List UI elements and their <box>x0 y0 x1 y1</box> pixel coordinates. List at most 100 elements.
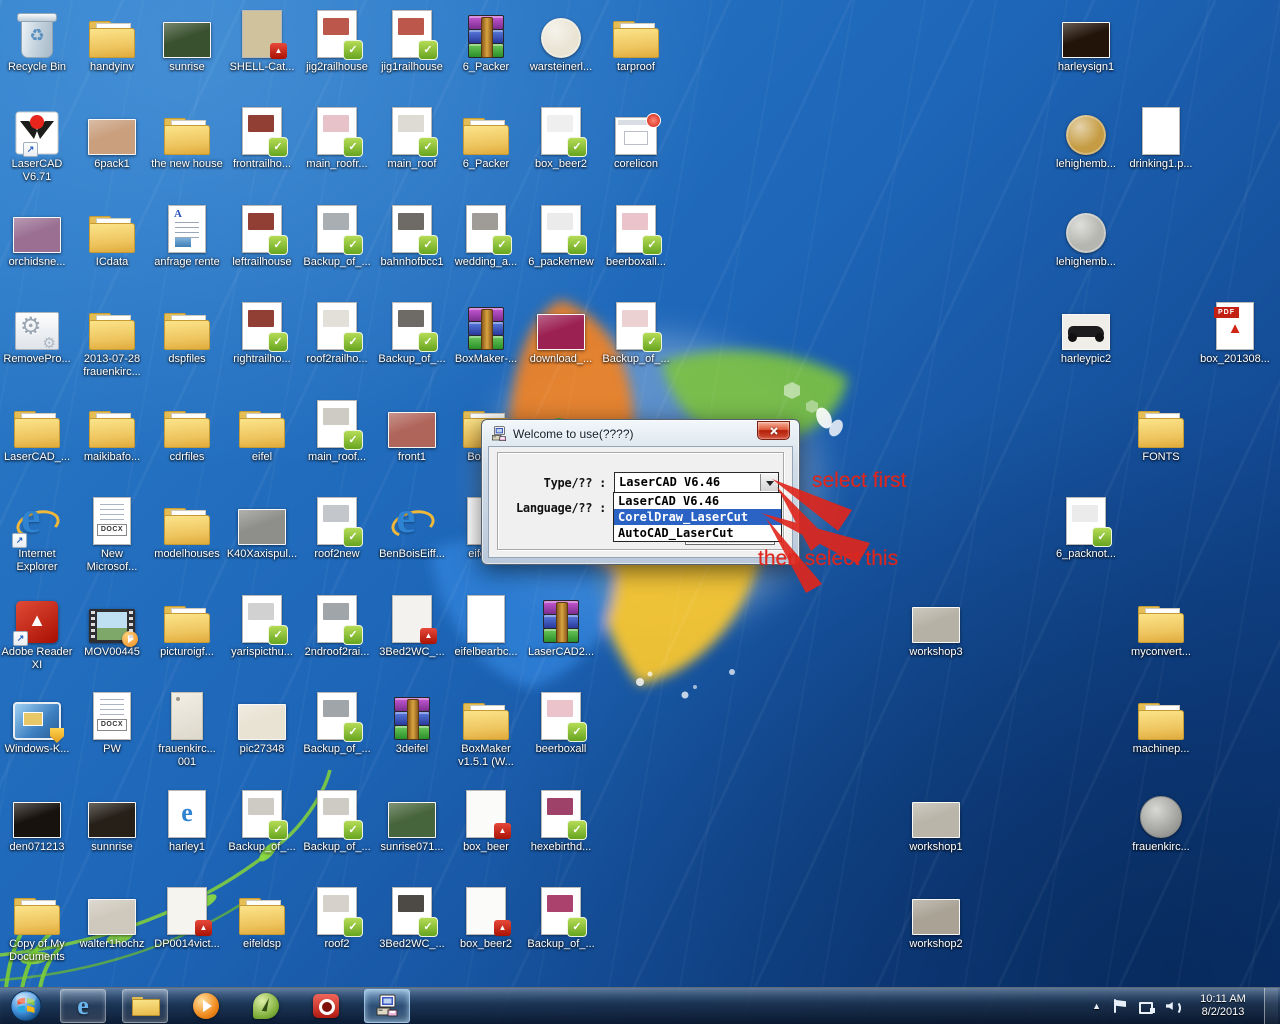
desktop-icon-warsteinerl[interactable]: warsteinerl... <box>525 8 597 74</box>
desktop-icon-pw[interactable]: DOCXPW <box>76 690 148 756</box>
desktop-icon-den071213[interactable]: den071213 <box>1 788 73 854</box>
desktop-icon-corelicon[interactable]: corelicon <box>600 105 672 171</box>
desktop-icon-bahnhofbcc1[interactable]: ✓bahnhofbcc1 <box>376 203 448 269</box>
desktop-icon-handyinv[interactable]: handyinv <box>76 8 148 74</box>
desktop-icon-3bed2wc[interactable]: ▲3Bed2WC_... <box>376 593 448 659</box>
show-hidden-icons-button[interactable]: ▲ <box>1092 1001 1101 1011</box>
desktop-icon-harleypic2[interactable]: harleypic2 <box>1050 300 1122 366</box>
desktop-icon-sunrise[interactable]: sunrise <box>151 8 223 74</box>
desktop-icon-k40xaxispul[interactable]: K40Xaxispul... <box>226 495 298 561</box>
desktop-icon-roof2new[interactable]: ✓roof2new <box>301 495 373 561</box>
show-desktop-button[interactable] <box>1264 988 1278 1024</box>
desktop-icon-boxmaker-v1-5-1-w[interactable]: BoxMaker v1.5.1 (W... <box>450 690 522 769</box>
taskbar-installer-active[interactable] <box>364 989 410 1023</box>
desktop-icon-eifeldsp[interactable]: eifeldsp <box>226 885 298 951</box>
desktop-icon-icdata[interactable]: ICdata <box>76 203 148 269</box>
desktop-icon-3bed2wc[interactable]: ✓3Bed2WC_... <box>376 885 448 951</box>
desktop-icon-copy-of-my-documents[interactable]: Copy of My Documents <box>1 885 73 964</box>
desktop-icon-box-beer[interactable]: ▲box_beer <box>450 788 522 854</box>
desktop-icon-wedding-a[interactable]: ✓wedding_a... <box>450 203 522 269</box>
desktop-icon-sunnrise[interactable]: sunnrise <box>76 788 148 854</box>
desktop-icon-rightrailho[interactable]: ✓rightrailho... <box>226 300 298 366</box>
desktop-icon-modelhouses[interactable]: modelhouses <box>151 495 223 561</box>
desktop-icon-lasercad[interactable]: LaserCAD_... <box>1 398 73 464</box>
desktop-icon-roof2[interactable]: ✓roof2 <box>301 885 373 951</box>
desktop-icon-leftrailhouse[interactable]: ✓leftrailhouse <box>226 203 298 269</box>
taskbar-windows-explorer[interactable] <box>122 989 168 1023</box>
desktop-icon-6-packer[interactable]: 6_Packer <box>450 105 522 171</box>
desktop-icon-sunrise071[interactable]: sunrise071... <box>376 788 448 854</box>
desktop-icon-pic27348[interactable]: pic27348 <box>226 690 298 756</box>
desktop-icon-recycle-bin[interactable]: ♻Recycle Bin <box>1 8 73 74</box>
desktop-icon-drinking1-p[interactable]: drinking1.p... <box>1125 105 1197 171</box>
desktop-icon-dp0014vict[interactable]: ▲DP0014vict... <box>151 885 223 951</box>
desktop-icon-walter1hochz[interactable]: walter1hochz <box>76 885 148 951</box>
desktop-icon-frontrailho[interactable]: ✓frontrailho... <box>226 105 298 171</box>
type-combobox[interactable]: LaserCAD V6.46 <box>614 472 779 493</box>
desktop-icon-orchidsne[interactable]: orchidsne... <box>1 203 73 269</box>
desktop-icon-jig1railhouse[interactable]: ✓jig1railhouse <box>376 8 448 74</box>
desktop-icon-workshop1[interactable]: workshop1 <box>900 788 972 854</box>
desktop-icon-fonts[interactable]: FONTS <box>1125 398 1197 464</box>
desktop-icon-frauenkirc[interactable]: frauenkirc... <box>1125 788 1197 854</box>
desktop-icon-eifelbearbc[interactable]: eifelbearbc... <box>450 593 522 659</box>
desktop-icon-dspfiles[interactable]: dspfiles <box>151 300 223 366</box>
desktop-icon-yarispicthu[interactable]: ✓yarispicthu... <box>226 593 298 659</box>
taskbar-internet-explorer[interactable]: e <box>60 989 106 1023</box>
desktop-icon-backup-of[interactable]: ✓Backup_of_... <box>301 203 373 269</box>
desktop-icon-2ndroof2rai[interactable]: ✓2ndroof2rai... <box>301 593 373 659</box>
desktop-icon-lasercad-v6-71[interactable]: ↗LaserCAD V6.71 <box>1 105 73 184</box>
desktop-icon-eifel[interactable]: eifel <box>226 398 298 464</box>
desktop-icon-beerboxall[interactable]: ✓beerboxall <box>525 690 597 756</box>
desktop-icon-roof2railho[interactable]: ✓roof2railho... <box>301 300 373 366</box>
desktop-icon-boxmaker[interactable]: BoxMaker-... <box>450 300 522 366</box>
desktop-icon-mov00445[interactable]: MOV00445 <box>76 593 148 659</box>
desktop-icon-lehighemb[interactable]: lehighemb... <box>1050 105 1122 171</box>
volume-icon[interactable] <box>1166 999 1182 1013</box>
desktop-icon-windows-k[interactable]: Windows-K... <box>1 690 73 756</box>
desktop-icon-lehighemb[interactable]: lehighemb... <box>1050 203 1122 269</box>
taskbar-coreldraw[interactable] <box>244 990 288 1022</box>
desktop-icon-main-roof[interactable]: ✓main_roof... <box>301 398 373 464</box>
desktop-icon-internet-explorer[interactable]: e↗Internet Explorer <box>1 495 73 574</box>
desktop-icon-box-beer2[interactable]: ✓box_beer2 <box>525 105 597 171</box>
start-button[interactable] <box>8 990 44 1022</box>
taskbar-media-player[interactable] <box>184 990 228 1022</box>
desktop-icon-workshop2[interactable]: workshop2 <box>900 885 972 951</box>
close-button[interactable] <box>757 421 790 440</box>
desktop-icon-backup-of[interactable]: ✓Backup_of_... <box>525 885 597 951</box>
desktop-icon-adobe-reader-xi[interactable]: ▲↗Adobe Reader XI <box>1 593 73 672</box>
desktop-icon-6-packernew[interactable]: ✓6_packernew <box>525 203 597 269</box>
desktop-icon-6pack1[interactable]: 6pack1 <box>76 105 148 171</box>
desktop-icon-benboiseiff[interactable]: eBenBoisEiff... <box>376 495 448 561</box>
desktop-icon-beerboxall[interactable]: ✓beerboxall... <box>600 203 672 269</box>
desktop-icon-lasercad2[interactable]: LaserCAD2... <box>525 593 597 659</box>
desktop-icon-machinep[interactable]: machinep... <box>1125 690 1197 756</box>
dropdown-option[interactable]: LaserCAD V6.46 <box>614 493 781 509</box>
desktop-icon-6-packnot[interactable]: ✓6_packnot... <box>1050 495 1122 561</box>
desktop-icon-frauenkirc-001[interactable]: frauenkirc... 001 <box>151 690 223 769</box>
desktop-icon-box-201308[interactable]: PDF▲box_201308... <box>1199 300 1271 366</box>
desktop-icon-the-new-house[interactable]: the new house <box>151 105 223 171</box>
desktop-icon-workshop3[interactable]: workshop3 <box>900 593 972 659</box>
desktop-icon-jig2railhouse[interactable]: ✓jig2railhouse <box>301 8 373 74</box>
action-center-flag-icon[interactable] <box>1112 999 1128 1013</box>
dropdown-option[interactable]: AutoCAD_LaserCut <box>614 525 781 541</box>
combobox-dropdown-button[interactable] <box>760 474 778 491</box>
desktop-icon-anfrage-rente[interactable]: Aanfrage rente <box>151 203 223 269</box>
desktop-icon-backup-of[interactable]: ✓Backup_of_... <box>376 300 448 366</box>
dropdown-option[interactable]: CorelDraw_LaserCut <box>614 509 781 525</box>
desktop-icon-download[interactable]: download_... <box>525 300 597 366</box>
desktop-icon-removepro[interactable]: ⚙⚙RemovePro... <box>1 300 73 366</box>
desktop-icon-shell-cat[interactable]: ▲SHELL-Cat... <box>226 8 298 74</box>
desktop-icon-myconvert[interactable]: myconvert... <box>1125 593 1197 659</box>
desktop-icon-backup-of[interactable]: ✓Backup_of_... <box>226 788 298 854</box>
desktop-icon-backup-of[interactable]: ✓Backup_of_... <box>301 788 373 854</box>
desktop-icon-backup-of[interactable]: ✓Backup_of_... <box>301 690 373 756</box>
desktop-icon-maikibafo[interactable]: maikibafo... <box>76 398 148 464</box>
network-icon[interactable] <box>1139 999 1155 1013</box>
desktop-icon-backup-of[interactable]: ✓Backup_of_... <box>600 300 672 366</box>
desktop-icon-main-roof[interactable]: ✓main_roof <box>376 105 448 171</box>
desktop-icon-cdrfiles[interactable]: cdrfiles <box>151 398 223 464</box>
desktop-icon-tarproof[interactable]: tarproof <box>600 8 672 74</box>
